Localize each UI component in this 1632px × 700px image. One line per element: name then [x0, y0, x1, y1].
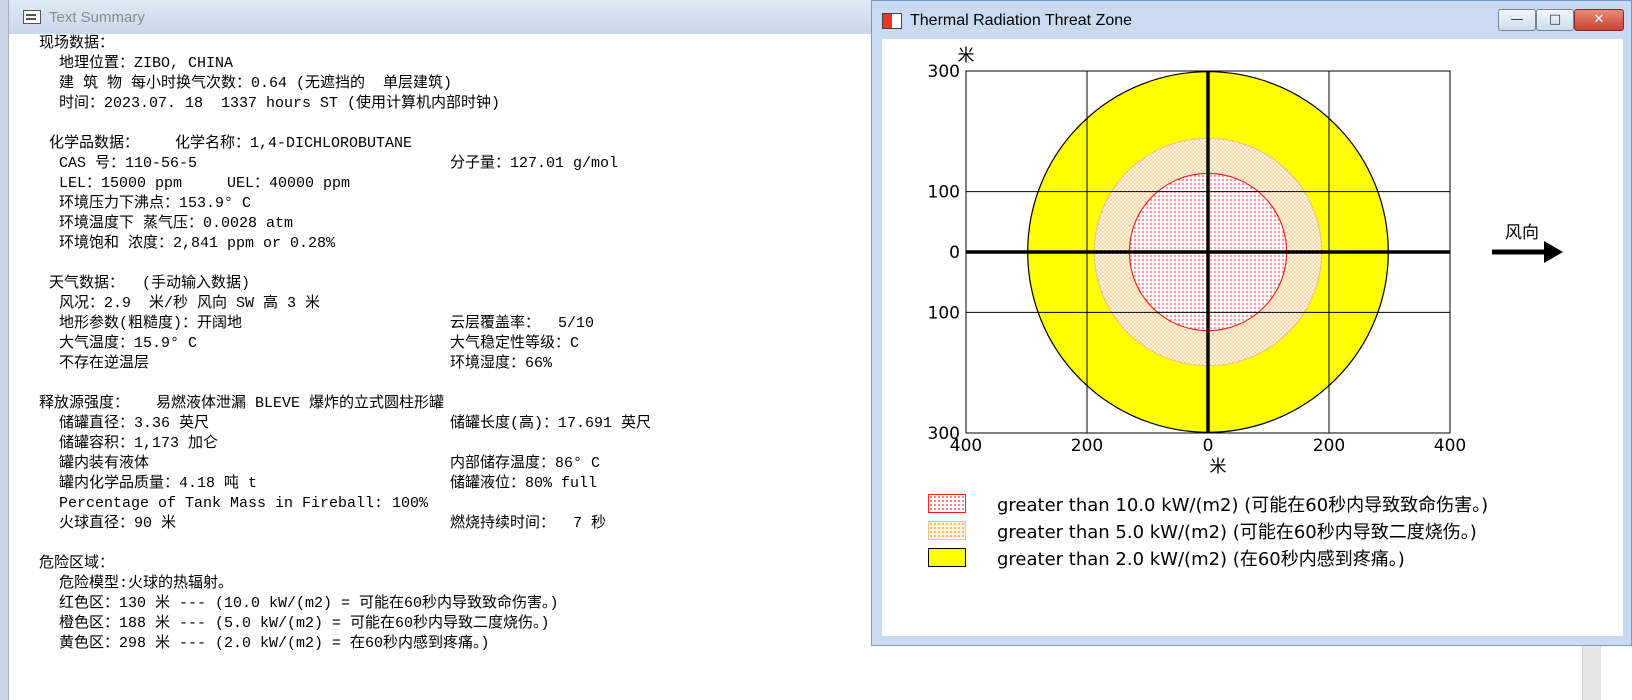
x-tick-label: 200	[1071, 436, 1103, 456]
summary-line: 危险模型:火球的热辐射。	[59, 575, 234, 592]
minimize-button[interactable]: —	[1498, 9, 1536, 31]
x-axis-unit-label: 米	[1210, 457, 1227, 477]
summary-line: 罐内装有液体	[59, 455, 150, 472]
maximize-button[interactable]: □	[1536, 9, 1574, 31]
x-tick-label: 200	[1313, 436, 1345, 456]
legend-swatch	[928, 548, 966, 567]
summary-line: LEL：15000 ppm UEL：40000 ppm	[59, 175, 351, 192]
summary-line: 天气数据： (手动输入数据)	[49, 275, 251, 292]
legend-swatch	[928, 494, 966, 513]
summary-line: 环境湿度：66%	[450, 355, 553, 372]
threat-zone-app-icon	[882, 13, 902, 29]
summary-line: Percentage of Tank Mass in Fireball: 100…	[59, 495, 429, 512]
summary-line: 地形参数(粗糙度)：开阔地	[59, 315, 243, 332]
summary-line: 罐内化学品质量：4.18 吨 t	[59, 475, 258, 492]
summary-line: 燃烧持续时间： 7 秒	[450, 515, 607, 532]
summary-line: 储罐容积：1,173 加仑	[59, 435, 219, 452]
summary-line: 地理位置：ZIBO, CHINA	[59, 55, 234, 72]
summary-line: 云层覆盖率： 5/10	[450, 315, 595, 332]
threat-zone-window: Thermal Radiation Threat Zone — □ ✕ 400 2…	[871, 0, 1632, 646]
summary-line: CAS 号：110-56-5	[59, 155, 198, 172]
legend-label: greater than 5.0 kW/(m2) (可能在60秒内导致二度烧伤。…	[997, 522, 1477, 543]
summary-line: 危险区域：	[39, 555, 115, 572]
summary-line: 大气温度：15.9° C	[59, 335, 198, 352]
legend-label: greater than 10.0 kW/(m2) (可能在60秒内导致致命伤害…	[997, 495, 1489, 516]
summary-line: 大气稳定性等级：C	[450, 335, 580, 352]
vertical-scrollbar[interactable]	[1582, 640, 1601, 700]
summary-line: 建 筑 物 每小时换气次数：0.64 (无遮挡的 单层建筑)	[59, 75, 453, 92]
y-tick-label: 300	[928, 62, 960, 82]
summary-line: 现场数据：	[39, 35, 115, 52]
threat-zone-chart: 400 200 0 200 4003001000100300 米 米 风向	[928, 46, 1563, 477]
y-tick-label: 0	[949, 243, 960, 263]
summary-line: 不存在逆温层	[59, 355, 150, 372]
summary-line: 释放源强度： 易燃液体泄漏 BLEVE 爆炸的立式圆柱形罐	[39, 395, 445, 412]
y-axis-unit-label: 米	[958, 46, 975, 66]
text-document-icon	[23, 10, 41, 24]
wind-direction-arrow-icon	[1492, 241, 1563, 263]
summary-line: 内部储存温度：86° C	[450, 455, 601, 472]
y-tick-label: 300	[928, 424, 960, 444]
summary-line: 储罐长度(高)：17.691 英尺	[450, 415, 652, 432]
threat-zone-plot-area: 400 200 0 200 400 300 100 0 100 300 米 米 风向 greate…	[882, 39, 1623, 636]
legend-label: greater than 2.0 kW/(m2) (在60秒内感到疼痛。)	[997, 549, 1405, 570]
x-tick-label: 0	[1203, 436, 1214, 456]
summary-line: 环境压力下沸点：153.9° C	[59, 195, 252, 212]
summary-line: 风况：2.9 米/秒 风向 SW 高 3 米	[59, 295, 321, 312]
summary-line: 时间：2023.07. 18 1337 hours ST (使用计算机内部时钟)	[59, 95, 501, 112]
y-tick-label: 100	[928, 183, 960, 203]
close-button[interactable]: ✕	[1574, 9, 1624, 31]
legend-swatch	[928, 521, 966, 540]
window-title: Thermal Radiation Threat Zone	[910, 12, 1133, 29]
summary-line: 环境饱和 浓度：2,841 ppm or 0.28%	[59, 235, 336, 252]
window-title: Text Summary	[49, 8, 145, 26]
summary-line: 橙色区：188 米 --- (5.0 kW/(m2) = 可能在60秒内导致二度…	[59, 615, 550, 632]
wind-direction-label: 风向	[1505, 223, 1539, 243]
y-tick-label: 100	[928, 303, 960, 323]
summary-line: 红色区：130 米 --- (10.0 kW/(m2) = 可能在60秒内导致致…	[59, 595, 559, 612]
threat-zone-titlebar[interactable]: Thermal Radiation Threat Zone — □ ✕	[872, 1, 1631, 41]
x-tick-label: 400	[1434, 436, 1466, 456]
summary-line: 储罐液位：80% full	[450, 475, 598, 492]
summary-line: 环境温度下 蒸气压：0.0028 atm	[59, 215, 294, 232]
summary-line: 火球直径：90 米	[59, 515, 177, 532]
summary-line: 储罐直径：3.36 英尺	[59, 415, 210, 432]
summary-line: 化学品数据： 化学名称：1,4-DICHLOROBUTANE	[49, 135, 413, 152]
summary-line: 分子量：127.01 g/mol	[450, 155, 619, 172]
summary-line: 黄色区：298 米 --- (2.0 kW/(m2) = 在60秒内感到疼痛。)	[59, 635, 490, 652]
